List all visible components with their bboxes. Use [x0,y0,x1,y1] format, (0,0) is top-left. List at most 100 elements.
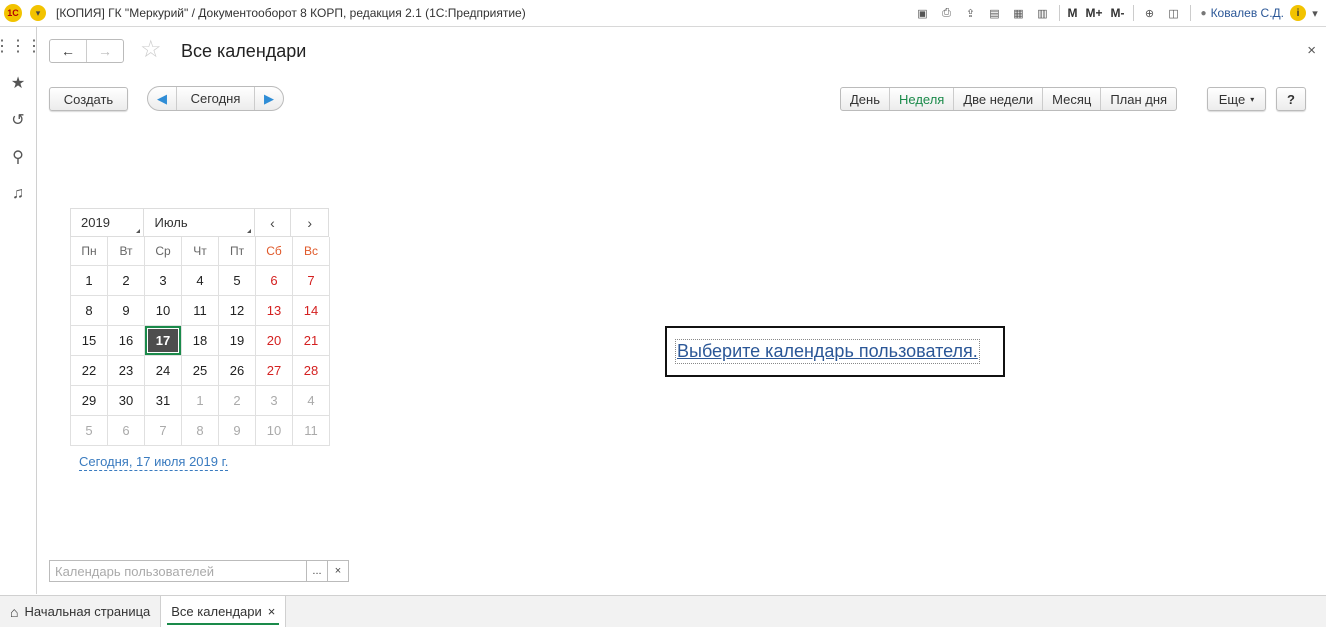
calendar-day[interactable]: 19 [219,326,256,356]
today-button[interactable]: Сегодня [177,91,254,106]
view-month-button[interactable]: Месяц [1042,88,1100,110]
calendar-day[interactable]: 5 [219,266,256,296]
calendar-day[interactable]: 2 [219,386,256,416]
create-button[interactable]: Создать [49,87,128,111]
clear-button[interactable]: × [328,560,349,582]
calendar-day[interactable]: 10 [145,296,182,326]
calendar-day[interactable]: 3 [145,266,182,296]
main-menu-chevron-down-icon[interactable]: ▾ [30,5,46,21]
history-icon[interactable]: ↺ [0,101,36,138]
calendar-day[interactable]: 17 [145,326,182,356]
tab-all-calendars[interactable]: Все календари × [161,596,286,627]
search-icon[interactable]: ⚲ [0,138,36,175]
calendar-day[interactable]: 7 [293,266,330,296]
calendar-day[interactable]: 11 [293,416,330,446]
more-menu-button[interactable]: Еще ▾ [1207,87,1266,111]
select-user-calendar-link[interactable]: Выберите календарь пользователя. [677,341,978,362]
calendar-day[interactable]: 1 [182,386,219,416]
app-titlebar: 1С ▾ [КОПИЯ] ГК "Меркурий" / Документооб… [0,0,1326,27]
today-date-link[interactable]: Сегодня, 17 июля 2019 г. [79,454,228,471]
zoom-in-icon[interactable]: ⊕ [1142,5,1158,21]
calendar-day[interactable]: 4 [293,386,330,416]
save-icon[interactable]: ▣ [915,5,931,21]
tab-label: Все календари [171,604,262,619]
calendar-day[interactable]: 8 [71,296,108,326]
year-value: 2019 [81,215,110,230]
view-day-plan-button[interactable]: План дня [1100,88,1176,110]
view-two-weeks-button[interactable]: Две недели [953,88,1042,110]
user-calendar-input[interactable] [49,560,307,582]
favorites-star-icon[interactable]: ★ [0,64,36,101]
calendar-day[interactable]: 5 [71,416,108,446]
calendar-day[interactable]: 8 [182,416,219,446]
calendar-day[interactable]: 4 [182,266,219,296]
calendar-day[interactable]: 6 [256,266,293,296]
export-icon[interactable]: ⇪ [963,5,979,21]
print-icon[interactable]: ⎙ [939,5,955,21]
calendar-day[interactable]: 22 [71,356,108,386]
bell-icon[interactable]: ♫ [0,175,36,212]
chevron-down-icon[interactable]: ▾ [1310,5,1320,21]
next-period-arrow-icon[interactable]: ▶ [254,87,283,110]
titlebar-tools: ▣ ⎙ ⇪ ▤ ▦ ▥ M M+ M- ⊕ ◫ ● Ковалев С.Д. i… [911,0,1326,26]
calendar-day[interactable]: 20 [256,326,293,356]
close-icon[interactable]: × [1307,42,1316,59]
add-to-favorites-star-icon[interactable]: ☆ [140,38,162,62]
weekday-header: Вс [293,237,330,266]
calendar-day[interactable]: 15 [71,326,108,356]
calendar-day[interactable]: 24 [145,356,182,386]
next-month-chevron-icon[interactable]: › [291,209,328,236]
divider [1059,5,1060,21]
calendar-day[interactable]: 7 [145,416,182,446]
close-icon[interactable]: × [268,604,276,619]
tab-home[interactable]: ⌂ Начальная страница [0,596,161,627]
calendar-day[interactable]: 2 [108,266,145,296]
calendar-day[interactable]: 10 [256,416,293,446]
calendar-day[interactable]: 31 [145,386,182,416]
current-user[interactable]: ● Ковалев С.Д. [1201,6,1284,20]
back-arrow-icon[interactable]: ← [50,40,86,62]
calendar-day[interactable]: 3 [256,386,293,416]
forward-arrow-icon[interactable]: → [86,40,123,62]
memory-m-plus-button[interactable]: M+ [1086,6,1103,20]
memory-m-button[interactable]: M [1068,6,1078,20]
user-name: Ковалев С.Д. [1211,6,1284,20]
choose-button[interactable]: ... [307,560,328,582]
sections-grid-icon[interactable]: ⋮⋮⋮ [0,27,36,64]
calendar-day[interactable]: 11 [182,296,219,326]
memory-m-minus-button[interactable]: M- [1111,6,1125,20]
calendar-day[interactable]: 27 [256,356,293,386]
calendar-day[interactable]: 1 [71,266,108,296]
previous-period-arrow-icon[interactable]: ◀ [148,87,177,110]
calendar-day[interactable]: 21 [293,326,330,356]
calendar-day[interactable]: 25 [182,356,219,386]
year-selector[interactable]: 2019 [71,209,144,236]
calendar-day[interactable]: 30 [108,386,145,416]
calculator-icon[interactable]: ▦ [1011,5,1027,21]
previous-month-chevron-icon[interactable]: ‹ [255,209,292,236]
calendar-day[interactable]: 23 [108,356,145,386]
month-selector[interactable]: Июль [144,209,254,236]
panel-layout-icon[interactable]: ◫ [1166,5,1182,21]
calendar-day[interactable]: 6 [108,416,145,446]
calendar-day[interactable]: 12 [219,296,256,326]
help-button[interactable]: ? [1276,87,1306,111]
calendar-day[interactable]: 29 [71,386,108,416]
calendar-day[interactable]: 13 [256,296,293,326]
calendar-day[interactable]: 14 [293,296,330,326]
weekday-header: Чт [182,237,219,266]
view-week-button[interactable]: Неделя [889,88,953,110]
calendar-day[interactable]: 9 [108,296,145,326]
calendar-day[interactable]: 16 [108,326,145,356]
print-preview-icon[interactable]: ▤ [987,5,1003,21]
info-icon[interactable]: i [1290,5,1306,21]
calendar-day[interactable]: 26 [219,356,256,386]
home-icon: ⌂ [10,604,18,620]
view-day-button[interactable]: День [841,88,889,110]
left-sidebar: ⋮⋮⋮ ★ ↺ ⚲ ♫ [0,27,37,594]
calendar-icon[interactable]: ▥ [1035,5,1051,21]
calendar-day[interactable]: 9 [219,416,256,446]
calendar-day[interactable]: 18 [182,326,219,356]
calendar-day[interactable]: 28 [293,356,330,386]
weekday-header: Сб [256,237,293,266]
